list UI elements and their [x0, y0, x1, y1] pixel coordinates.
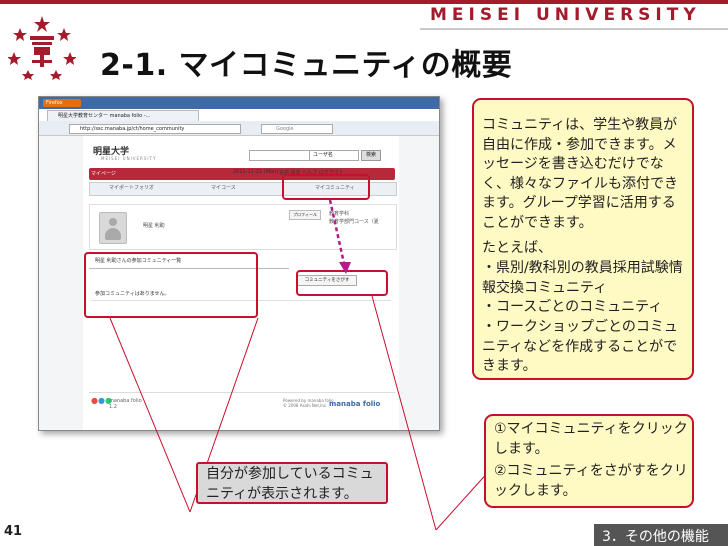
note-text: 自分が参加しているコミュニティが表示されます。 — [206, 466, 374, 502]
callout-list-item: ・コースごとのコミュニティ — [482, 299, 663, 315]
callout-paragraph: コミュニティは、学生や教員が自由に作成・参加できます。メッセージを書き込むだけで… — [482, 117, 678, 231]
joined-community-note: 自分が参加しているコミュニティが表示されます。 — [196, 462, 388, 504]
steps-callout: ①マイコミュニティをクリックします。 ②コミュニティをさがすをクリックします。 — [484, 414, 694, 508]
page-number: 41 — [4, 524, 23, 539]
community-description-callout: コミュニティは、学生や教員が自由に作成・参加できます。メッセージを書き込むだけで… — [472, 98, 694, 380]
callout-list-item: ・ワークショップごとのコミュニティなどを作成することができます。 — [482, 319, 678, 374]
callout-list-item: ・県別/教科別の教員採用試験情報交換コミュニティ — [482, 260, 683, 296]
callout-intro: たとえば、 — [482, 240, 552, 256]
section-label: 3．その他の機能 — [602, 529, 709, 545]
step-2: ②コミュニティをさがすをクリックします。 — [494, 463, 688, 499]
step-1: ①マイコミュニティをクリックします。 — [494, 421, 688, 457]
